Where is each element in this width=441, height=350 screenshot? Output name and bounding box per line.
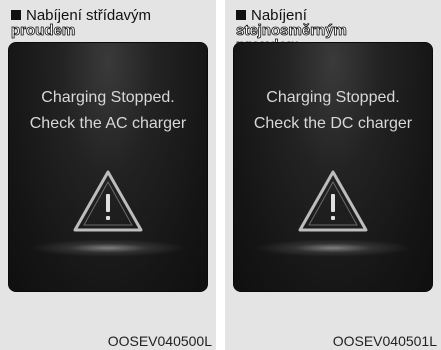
ac-panel-heading: Nabíjení střídavým proudem bbox=[11, 8, 211, 38]
ac-image-code: OOSEV040500L bbox=[107, 333, 212, 349]
ac-cluster-screen: Charging Stopped. Check the AC charger bbox=[9, 43, 207, 291]
dc-cluster-screen: Charging Stopped. Check the DC charger bbox=[234, 43, 432, 291]
ac-message-line2: Check the AC charger bbox=[29, 115, 187, 132]
dc-charging-panel: Nabíjení stejnosměrným proudem Charging … bbox=[225, 0, 441, 350]
warning-triangle-icon bbox=[298, 170, 368, 232]
dc-message-line2: Check the DC charger bbox=[253, 115, 413, 132]
dc-message-line1: Charging Stopped. bbox=[266, 89, 400, 106]
floor-glow bbox=[254, 239, 412, 257]
ac-charging-panel: Nabíjení střídavým proudem Charging Stop… bbox=[0, 0, 216, 350]
warning-triangle-icon bbox=[73, 170, 143, 232]
floor-glow bbox=[29, 239, 187, 257]
ac-heading-line2: proudem bbox=[11, 22, 76, 39]
dc-image-code: OOSEV040501L bbox=[332, 333, 437, 349]
bullet-square-icon bbox=[11, 10, 21, 20]
bullet-square-icon bbox=[236, 10, 246, 20]
ac-message-line1: Charging Stopped. bbox=[41, 89, 175, 106]
